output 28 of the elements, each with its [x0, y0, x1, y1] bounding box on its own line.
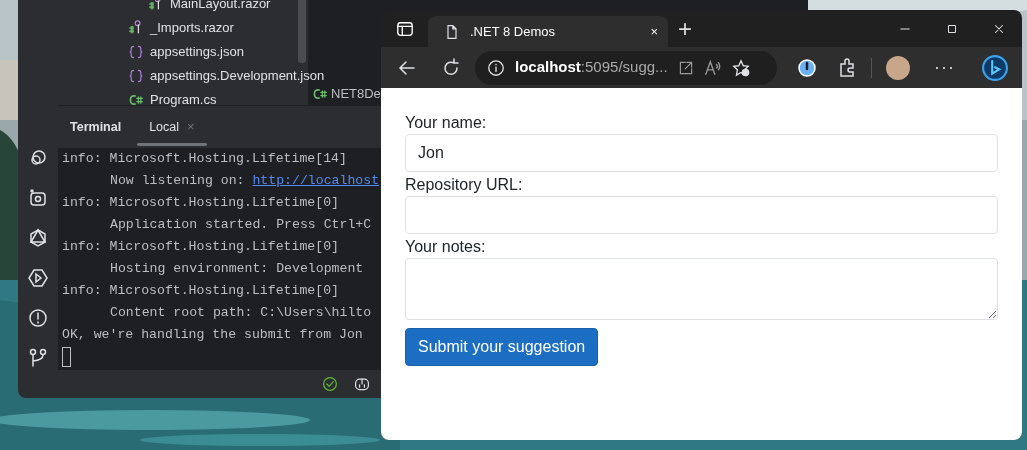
terminal-line: Hosting environment: Development: [109, 260, 364, 278]
file-name[interactable]: appsettings.Development.json: [150, 66, 325, 86]
field-label: Repository URL:: [405, 176, 524, 194]
terminal-line: Content root path: C:\Users\hilto: [109, 304, 372, 322]
terminal-line: Application started. Press Ctrl+C: [109, 216, 372, 234]
terminal-line: info: Microsoft.Hosting.Lifetime[14]: [62, 150, 347, 168]
browser-tab[interactable]: .NET 8 Demos ×: [428, 16, 668, 47]
terminal-line: info: Microsoft.Hosting.Lifetime[0]: [62, 282, 339, 300]
terminal-line: info: Microsoft.Hosting.Lifetime[0]: [62, 194, 339, 212]
terminal-tab[interactable]: Terminal: [70, 105, 136, 149]
terminal-line: info: Microsoft.Hosting.Lifetime[0]: [62, 238, 339, 256]
input-field[interactable]: Jon: [405, 134, 998, 172]
field-label: Your name:: [405, 114, 488, 132]
file-name[interactable]: _Imports.razor: [150, 18, 234, 38]
address-bar[interactable]: localhost:5095/sugg...: [475, 50, 777, 85]
terminal-link[interactable]: http://localhost: [252, 173, 380, 188]
file-name[interactable]: appsettings.json: [150, 42, 244, 62]
url-text: localhost:5095/sugg...: [515, 57, 668, 78]
file-name[interactable]: Program.cs: [150, 90, 217, 110]
tab-title: .NET 8 Demos: [470, 22, 556, 41]
submit-button[interactable]: Submit your suggestion: [405, 328, 599, 366]
terminal-line: Now listening on: http://localhost: [109, 172, 380, 190]
field-label: Your notes:: [405, 238, 487, 256]
new-tab-button[interactable]: +: [668, 10, 702, 47]
close-icon[interactable]: ×: [650, 21, 658, 42]
editor-tab[interactable]: NET8De: [331, 84, 381, 104]
more-button[interactable]: ···: [934, 54, 955, 81]
terminal-line: OK, we're handling the submit from Jon: [62, 326, 363, 344]
